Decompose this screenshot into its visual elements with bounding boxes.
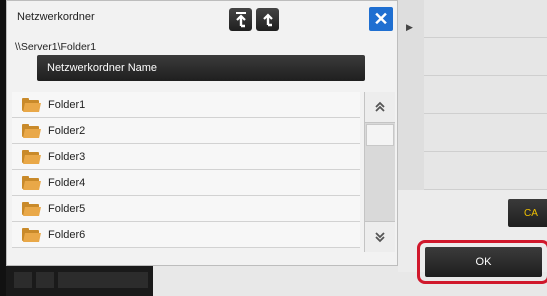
screen: ▶ CA OK Netzwerkordner ✕ \\Server1\Folde	[6, 0, 547, 296]
column-header[interactable]: Netzwerkordner Name	[37, 55, 365, 81]
bottom-tool-field[interactable]	[58, 272, 148, 288]
network-folder-dialog: Netzwerkordner ✕ \\Server1\Folder1 Netzw…	[6, 0, 398, 266]
folder-label: Folder1	[48, 98, 86, 111]
bottom-bar	[6, 266, 153, 296]
folder-label: Folder2	[48, 124, 86, 137]
up-to-top-button[interactable]	[229, 8, 252, 31]
scroll-to-bottom-button[interactable]	[365, 221, 395, 252]
folder-label: Folder6	[48, 228, 86, 241]
right-grid	[424, 0, 547, 190]
folder-label: Folder5	[48, 202, 86, 215]
folder-item-folder1[interactable]: Folder1	[12, 92, 360, 118]
dialog-title: Netzwerkordner	[17, 11, 95, 23]
folder-item-folder2[interactable]: Folder2	[12, 118, 360, 144]
side-expand-strip[interactable]: ▶	[398, 0, 425, 190]
scroll-thumb[interactable]	[366, 124, 394, 146]
folder-item-folder5[interactable]: Folder5	[12, 196, 360, 222]
up-level-icon	[262, 12, 273, 26]
column-header-label: Netzwerkordner Name	[47, 62, 158, 74]
play-icon[interactable]: ▶	[406, 22, 413, 33]
folder-label: Folder4	[48, 176, 86, 189]
folder-item-folder3[interactable]: Folder3	[12, 144, 360, 170]
folder-list: Folder1 Folder2 Folder3 Folder4 Folder5 …	[12, 92, 360, 252]
close-button[interactable]: ✕	[369, 7, 393, 31]
list-scrollbar[interactable]	[364, 92, 395, 252]
double-down-icon	[375, 232, 385, 243]
folder-icon	[22, 227, 41, 242]
folder-label: Folder3	[48, 150, 86, 163]
up-one-level-button[interactable]	[256, 8, 279, 31]
folder-icon	[22, 123, 41, 138]
folder-icon	[22, 97, 41, 112]
folder-icon	[22, 201, 41, 216]
scroll-to-top-button[interactable]	[365, 92, 395, 123]
folder-icon	[22, 175, 41, 190]
bottom-tool-button[interactable]	[36, 272, 54, 288]
double-up-icon	[375, 101, 385, 112]
ca-button[interactable]: CA	[508, 199, 547, 227]
folder-item-folder4[interactable]: Folder4	[12, 170, 360, 196]
bottom-tool-button[interactable]	[14, 272, 32, 288]
folder-item-folder6[interactable]: Folder6	[12, 222, 360, 248]
current-path: \\Server1\Folder1	[15, 41, 97, 53]
folder-icon	[22, 149, 41, 164]
up-to-top-icon	[235, 11, 246, 27]
ok-button[interactable]: OK	[425, 247, 542, 277]
